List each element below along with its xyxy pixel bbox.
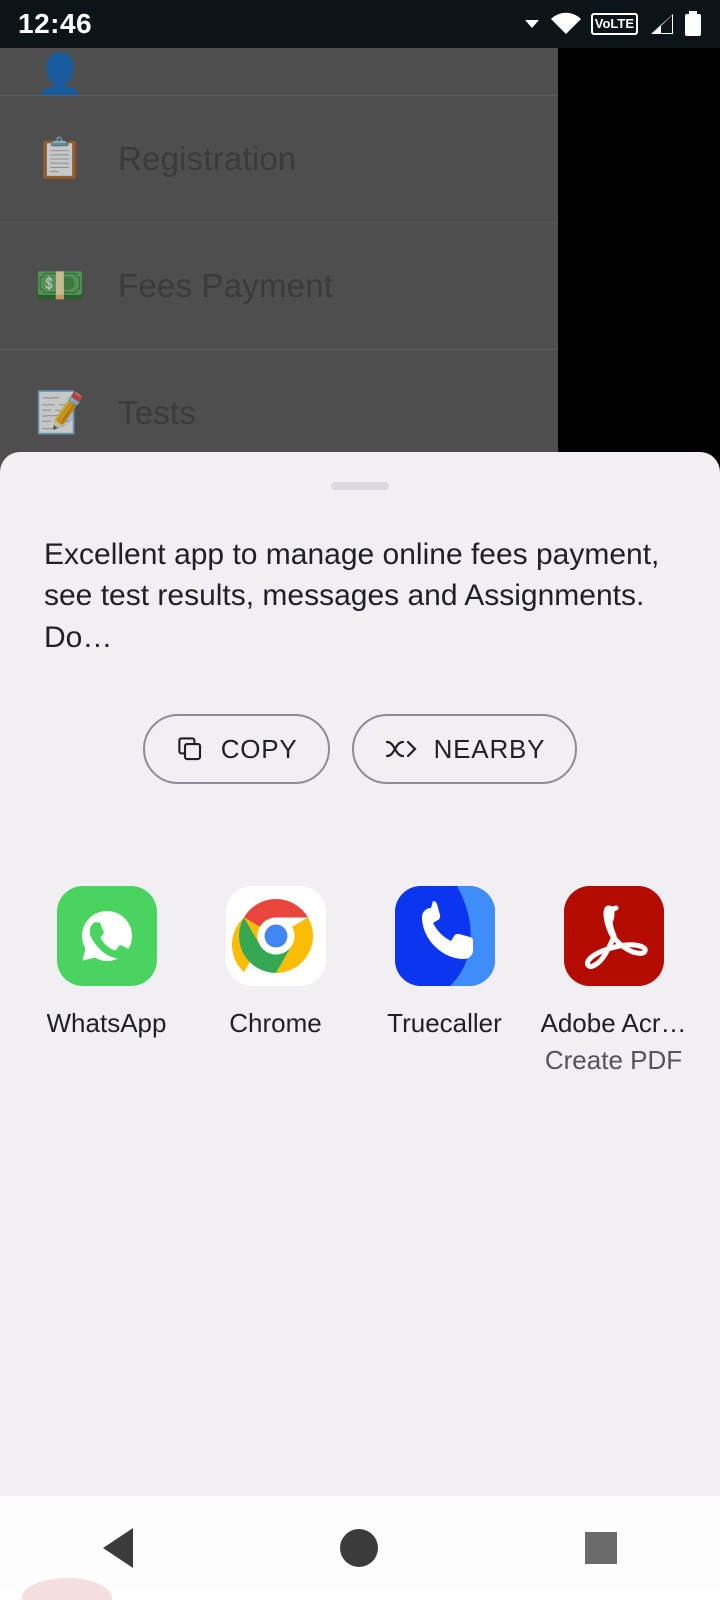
truecaller-icon <box>394 886 495 987</box>
money-icon: 💵 <box>35 264 85 308</box>
share-target-label: WhatsApp <box>46 1008 167 1039</box>
copy-button-label: COPY <box>220 733 298 764</box>
whatsapp-icon <box>56 886 157 987</box>
home-button[interactable] <box>339 1529 378 1567</box>
drawer-item-label: Tests <box>118 394 197 431</box>
recents-button[interactable] <box>584 1532 617 1564</box>
share-target-sublabel: Create PDF <box>544 1045 683 1076</box>
drawer-item-clipped-top[interactable]: 👤 <box>0 48 558 96</box>
share-target-truecaller[interactable]: Truecaller <box>360 886 529 1076</box>
status-bar: 12:46 VoLTE <box>0 0 720 48</box>
drawer-item-label: Fees Payment <box>118 267 334 304</box>
signal-icon <box>647 12 675 36</box>
share-target-label: Chrome <box>229 1008 322 1039</box>
test-clipboard-icon: 📝 <box>35 391 85 435</box>
bottom-edge <box>0 1578 720 1600</box>
drawer-item-registration[interactable]: 📋 Registration <box>0 96 558 223</box>
chrome-icon <box>225 886 326 987</box>
nearby-button[interactable]: NEARBY <box>351 714 578 785</box>
wifi-icon <box>550 12 582 36</box>
battery-icon <box>684 11 702 37</box>
dropdown-caret-icon <box>523 17 541 31</box>
drawer-item-label: Registration <box>118 140 297 177</box>
nearby-share-icon <box>384 736 418 762</box>
adobe-acrobat-icon <box>563 886 664 987</box>
copy-button[interactable]: COPY <box>142 714 330 785</box>
share-target-apps: WhatsApp Chrome Truecaller Adobe Acr… Cr… <box>0 886 720 1076</box>
share-target-whatsapp[interactable]: WhatsApp <box>22 886 191 1076</box>
share-target-label: Truecaller <box>387 1008 502 1039</box>
user-icon: 👤 <box>35 53 85 96</box>
share-target-chrome[interactable]: Chrome <box>191 886 360 1076</box>
volte-icon: VoLTE <box>590 13 638 35</box>
phone-screen: 12:46 VoLTE 👤 📋 Registration 💵 Fees Paym… <box>0 0 720 1600</box>
drawer-item-fees-payment[interactable]: 💵 Fees Payment <box>0 223 558 350</box>
share-action-chips: COPY NEARBY <box>0 714 720 785</box>
nearby-button-label: NEARBY <box>433 733 546 764</box>
status-bar-clock: 12:46 <box>18 8 93 39</box>
share-target-label: Adobe Acr… <box>540 1008 687 1039</box>
back-button[interactable] <box>103 1528 134 1568</box>
navigation-bar <box>0 1496 720 1600</box>
share-target-adobe-acrobat[interactable]: Adobe Acr… Create PDF <box>529 886 698 1076</box>
sheet-drag-handle[interactable] <box>331 482 389 490</box>
clipboard-icon: 📋 <box>35 137 85 181</box>
share-sheet: Excellent app to manage online fees paym… <box>0 452 720 1496</box>
share-preview-text: Excellent app to manage online fees paym… <box>44 538 660 654</box>
status-bar-icons: VoLTE <box>523 11 702 37</box>
copy-icon <box>175 734 205 764</box>
